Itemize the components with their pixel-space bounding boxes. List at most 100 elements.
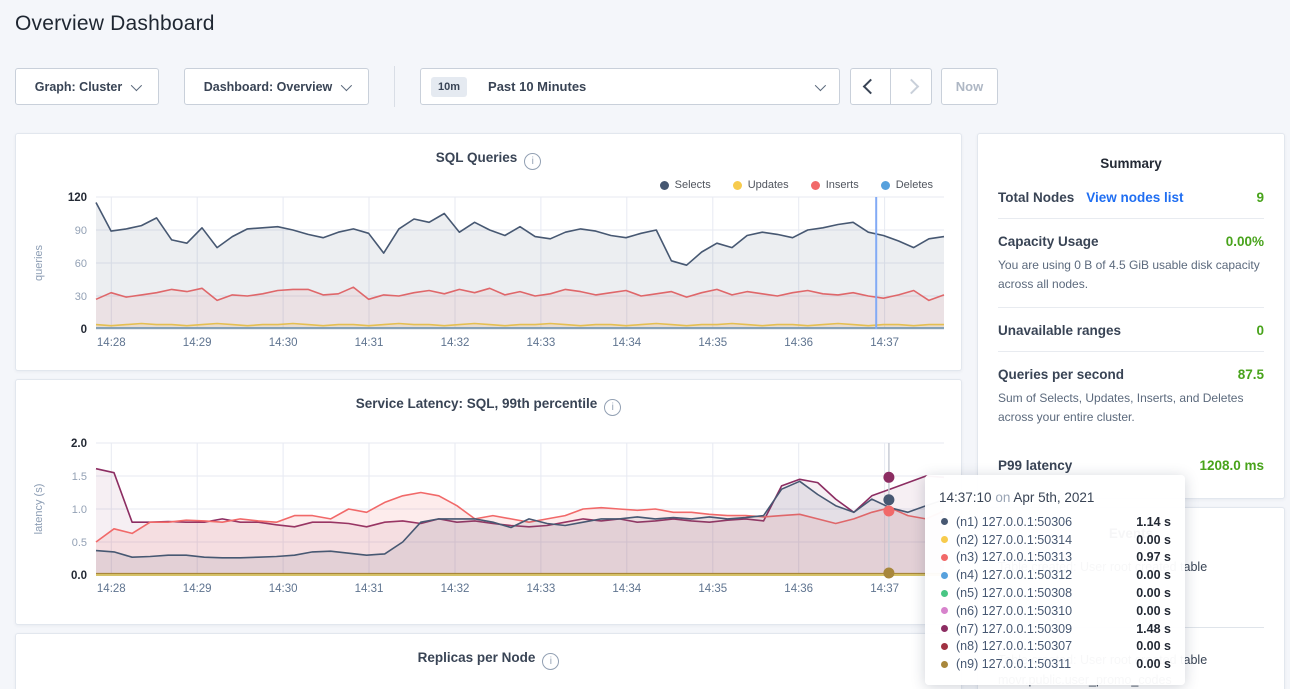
svg-text:90: 90 xyxy=(75,225,87,237)
tooltip-row: (n8) 127.0.0.1:503070.00 s xyxy=(939,638,1171,656)
page-title: Overview Dashboard xyxy=(15,12,215,36)
svg-text:14:32: 14:32 xyxy=(441,337,470,349)
tooltip-node-value: 0.00 s xyxy=(1136,586,1171,600)
summary-value: 87.5 xyxy=(1238,367,1264,382)
summary-row-total-nodes: Total Nodes View nodes list 9 xyxy=(978,175,1284,218)
svg-text:14:30: 14:30 xyxy=(269,337,298,349)
tooltip-row: (n7) 127.0.0.1:50309 1.48 s xyxy=(939,620,1171,638)
svg-text:14:37: 14:37 xyxy=(870,337,899,349)
tooltip-node-label: (n7) 127.0.0.1:50309 xyxy=(956,622,1072,636)
svg-text:1.0: 1.0 xyxy=(72,504,87,516)
toolbar-divider xyxy=(394,66,395,107)
svg-text:0: 0 xyxy=(81,324,87,336)
node-color-dot xyxy=(941,572,948,579)
summary-row-capacity: Capacity Usage 0.00% You are using 0 B o… xyxy=(978,219,1284,307)
node-color-dot xyxy=(941,643,948,650)
tooltip-node-label: (n3) 127.0.0.1:50313 xyxy=(956,550,1072,564)
summary-desc: Sum of Selects, Updates, Inserts, and De… xyxy=(998,389,1264,426)
chart-tooltip: 14:37:10 on Apr 5th, 2021 (n1) 127.0.0.1… xyxy=(925,475,1185,685)
summary-value: 9 xyxy=(1256,190,1264,205)
time-range-pager xyxy=(850,68,932,105)
chevron-down-icon xyxy=(341,79,352,90)
node-color-dot xyxy=(941,536,948,543)
tooltip-row: (n2) 127.0.0.1:50314 0.00 s xyxy=(939,531,1171,549)
summary-title: Summary xyxy=(978,156,1284,171)
time-range-badge: 10m xyxy=(431,77,467,97)
node-color-dot xyxy=(941,554,948,561)
summary-row-unavailable: Unavailable ranges 0 xyxy=(978,308,1284,351)
summary-value: 1208.0 ms xyxy=(1199,458,1264,473)
svg-text:0.5: 0.5 xyxy=(72,537,87,549)
node-color-dot xyxy=(941,625,948,632)
svg-text:14:34: 14:34 xyxy=(612,337,641,349)
service-latency-chart[interactable]: 14:2814:2914:3014:3114:3214:3314:3414:35… xyxy=(26,435,951,607)
svg-text:14:35: 14:35 xyxy=(698,337,727,349)
tooltip-node-value: 1.14 s xyxy=(1136,515,1171,529)
view-nodes-link[interactable]: View nodes list xyxy=(1086,190,1183,205)
svg-text:14:36: 14:36 xyxy=(784,583,813,595)
summary-label: Total Nodes xyxy=(998,190,1074,205)
time-range-selector[interactable]: 10m Past 10 Minutes xyxy=(420,68,840,105)
node-color-dot xyxy=(941,607,948,614)
svg-text:14:29: 14:29 xyxy=(183,583,212,595)
tooltip-node-label: (n9) 127.0.0.1:50311 xyxy=(956,657,1071,671)
tooltip-row: (n9) 127.0.0.1:50311 0.00 s xyxy=(939,655,1171,673)
tooltip-node-value: 0.97 s xyxy=(1136,550,1171,564)
svg-text:14:33: 14:33 xyxy=(527,583,556,595)
overview-dashboard-page: Overview Dashboard Graph: Cluster Dashbo… xyxy=(0,0,1290,689)
info-icon[interactable] xyxy=(542,653,559,670)
tooltip-node-label: (n5) 127.0.0.1:50308 xyxy=(956,586,1072,600)
chart-title: Replicas per Node xyxy=(16,650,961,670)
tooltip-node-value: 0.00 s xyxy=(1136,657,1171,671)
next-range-button[interactable] xyxy=(891,68,932,105)
summary-card: Summary Total Nodes View nodes list 9 Ca… xyxy=(977,133,1285,499)
node-color-dot xyxy=(941,661,948,668)
tooltip-row: (n4) 127.0.0.1:50312 0.00 s xyxy=(939,566,1171,584)
sql-queries-chart[interactable]: 14:2814:2914:3014:3114:3214:3314:3414:35… xyxy=(26,189,951,361)
replicas-per-node-card: Replicas per Node xyxy=(15,633,962,689)
tooltip-node-value: 0.00 s xyxy=(1136,568,1171,582)
summary-label: Unavailable ranges xyxy=(998,323,1121,338)
svg-text:14:31: 14:31 xyxy=(355,337,384,349)
tooltip-node-value: 1.48 s xyxy=(1136,622,1171,636)
tooltip-timestamp: 14:37:10 on Apr 5th, 2021 xyxy=(939,490,1171,505)
summary-label: Capacity Usage xyxy=(998,234,1099,249)
service-latency-card: Service Latency: SQL, 99th percentile 14… xyxy=(15,379,962,625)
chevron-left-icon xyxy=(863,79,879,95)
dashboard-dropdown[interactable]: Dashboard: Overview xyxy=(184,68,369,105)
tooltip-node-value: 0.00 s xyxy=(1136,533,1171,547)
svg-text:14:37: 14:37 xyxy=(870,583,899,595)
now-button[interactable]: Now xyxy=(941,68,998,105)
graph-dropdown-label: Graph: Cluster xyxy=(35,80,123,94)
summary-value: 0.00% xyxy=(1226,234,1264,249)
tooltip-node-label: (n2) 127.0.0.1:50314 xyxy=(956,533,1072,547)
svg-text:1.5: 1.5 xyxy=(72,471,87,483)
tooltip-row: (n6) 127.0.0.1:50310 0.00 s xyxy=(939,602,1171,620)
svg-text:120: 120 xyxy=(68,192,87,204)
time-range-label: Past 10 Minutes xyxy=(488,79,586,94)
tooltip-node-label: (n4) 127.0.0.1:50312 xyxy=(956,568,1072,582)
tooltip-node-value: 0.00 s xyxy=(1136,639,1171,653)
info-icon[interactable] xyxy=(604,399,621,416)
sql-queries-card: SQL Queries Selects Updates Inserts Dele… xyxy=(15,133,962,371)
info-icon[interactable] xyxy=(524,153,541,170)
summary-row-qps: Queries per second 87.5 Sum of Selects, … xyxy=(978,352,1284,440)
summary-value: 0 xyxy=(1256,323,1264,338)
chart-title: SQL Queries xyxy=(16,150,961,170)
svg-text:14:28: 14:28 xyxy=(97,337,126,349)
tooltip-node-label: (n6) 127.0.0.1:50310 xyxy=(956,604,1072,618)
chevron-down-icon xyxy=(815,80,826,91)
summary-desc: You are using 0 B of 4.5 GiB usable disk… xyxy=(998,256,1264,293)
tooltip-row: (n3) 127.0.0.1:50313 0.97 s xyxy=(939,549,1171,567)
summary-label: P99 latency xyxy=(998,458,1072,473)
tooltip-row: (n1) 127.0.0.1:503061.14 s xyxy=(939,513,1171,531)
svg-text:latency (s): latency (s) xyxy=(33,484,45,535)
svg-text:14:35: 14:35 xyxy=(698,583,727,595)
graph-dropdown[interactable]: Graph: Cluster xyxy=(15,68,159,105)
prev-range-button[interactable] xyxy=(850,68,891,105)
svg-text:14:36: 14:36 xyxy=(784,337,813,349)
tooltip-node-value: 0.00 s xyxy=(1136,604,1171,618)
dashboard-dropdown-label: Dashboard: Overview xyxy=(204,80,333,94)
svg-text:14:33: 14:33 xyxy=(527,337,556,349)
svg-text:14:28: 14:28 xyxy=(97,583,126,595)
